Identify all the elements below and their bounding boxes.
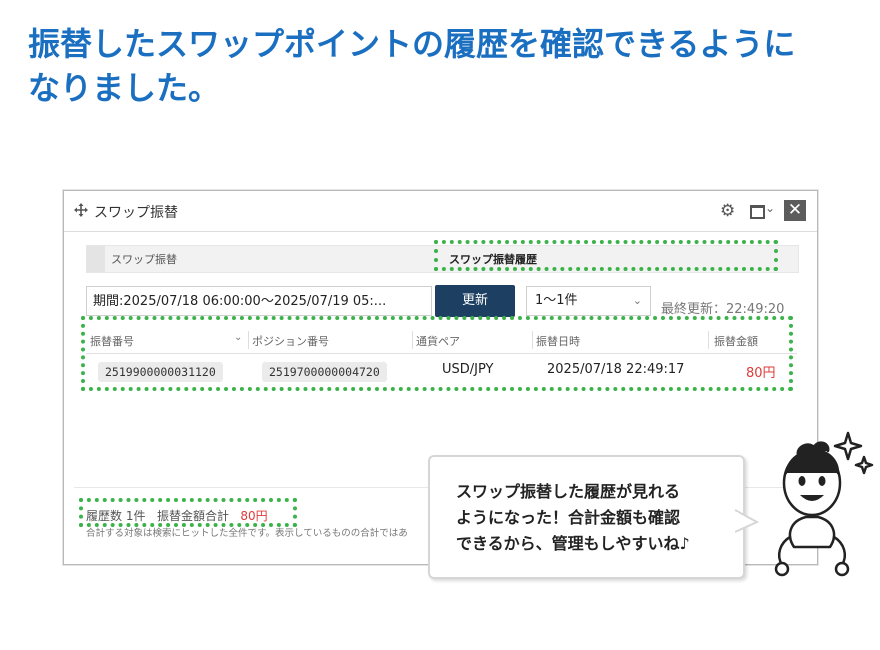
sparkle-icon <box>854 455 874 475</box>
bubble-tail <box>735 509 759 533</box>
count-select[interactable]: 1〜1件 ⌄ <box>526 286 651 316</box>
bubble-text: スワップ振替した履歴が見れる ようになった！合計金額も確認 できるから、管理もし… <box>456 479 736 557</box>
highlight-table <box>81 316 793 391</box>
bubble-line-2: ようになった！合計金額も確認 <box>456 508 681 527</box>
tab-bar-handle <box>87 246 105 272</box>
refresh-button[interactable]: 更新 <box>435 285 515 317</box>
bubble-line-3: できるから、管理もしやすいね♪ <box>456 534 690 553</box>
sparkle-icon <box>833 431 863 461</box>
move-icon[interactable] <box>74 203 88 217</box>
bubble-line-1: スワップ振替した履歴が見れる <box>456 482 681 501</box>
summary-note: 合計する対象は検索にヒットした全件です。表示しているものの合計ではあ <box>86 528 408 539</box>
highlight-summary <box>79 498 297 527</box>
headline: 振替したスワップポイントの履歴を確認できるように なりました。 <box>28 22 858 110</box>
gear-icon[interactable]: ⚙ <box>720 201 735 221</box>
chevron-down-icon: ⌄ <box>632 294 642 307</box>
window-titlebar: スワップ振替 ⚙ ⌄ ✕ <box>64 191 817 232</box>
headline-line-1: 振替したスワップポイントの履歴を確認できるように <box>28 25 796 63</box>
highlight-history-tab <box>434 240 778 271</box>
tab-swap-transfer[interactable]: スワップ振替 <box>111 251 177 267</box>
last-updated: 最終更新：22:49:20 <box>661 302 785 317</box>
speech-bubble: スワップ振替した履歴が見れる ようになった！合計金額も確認 できるから、管理もし… <box>428 455 745 579</box>
close-icon[interactable]: ✕ <box>784 200 806 221</box>
person-illustration <box>774 431 874 577</box>
headline-line-2: なりました。 <box>28 69 221 107</box>
count-select-value: 1〜1件 <box>535 293 578 308</box>
period-field[interactable]: 期間:2025/07/18 06:00:00〜2025/07/19 05:... <box>86 286 432 316</box>
window-title: スワップ振替 <box>94 205 178 221</box>
window-layout-icon[interactable] <box>750 205 765 219</box>
filter-row: 期間:2025/07/18 06:00:00〜2025/07/19 05:...… <box>86 285 797 318</box>
chevron-down-icon[interactable]: ⌄ <box>765 201 775 215</box>
